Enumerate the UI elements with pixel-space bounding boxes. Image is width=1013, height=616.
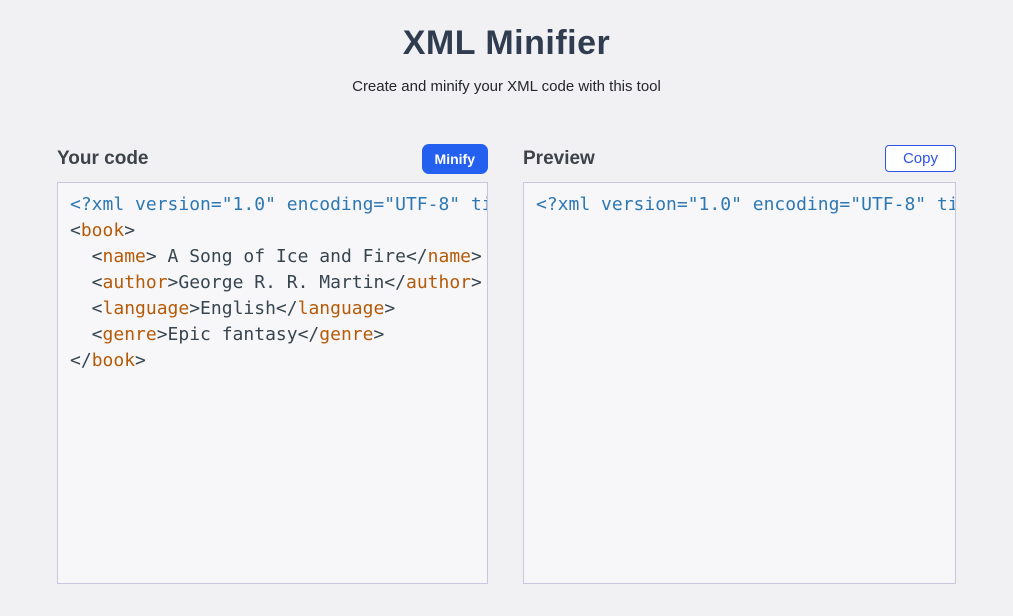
code-line: <?xml version="1.0" encoding="UTF-8" ti: [536, 192, 955, 218]
editor-section: Your code Minify <?xml version="1.0" enc…: [57, 142, 488, 584]
your-code-heading: Your code: [57, 148, 149, 170]
code-line: <?xml version="1.0" encoding="UTF-8" ti: [70, 192, 487, 218]
code-editor[interactable]: <?xml version="1.0" encoding="UTF-8" ti<…: [57, 182, 488, 584]
code-line: <name> A Song of Ice and Fire</name>: [70, 244, 487, 270]
code-line: <author>George R. R. Martin</author>: [70, 270, 487, 296]
preview-section: Preview Copy <?xml version="1.0" encodin…: [523, 142, 956, 584]
page-header: XML Minifier Create and minify your XML …: [0, 0, 1013, 95]
code-line: <language>English</language>: [70, 296, 487, 322]
code-line: <genre>Epic fantasy</genre>: [70, 322, 487, 348]
page-title: XML Minifier: [0, 24, 1013, 63]
main-content: Your code Minify <?xml version="1.0" enc…: [57, 142, 956, 584]
code-line: <book>: [70, 218, 487, 244]
minify-button[interactable]: Minify: [422, 144, 488, 174]
editor-panel-header: Your code Minify: [57, 142, 488, 175]
preview-area: <?xml version="1.0" encoding="UTF-8" ti: [523, 182, 956, 584]
preview-panel-header: Preview Copy: [523, 142, 956, 175]
code-line: </book>: [70, 348, 487, 374]
page-subtitle: Create and minify your XML code with thi…: [0, 78, 1013, 95]
preview-heading: Preview: [523, 148, 595, 170]
copy-button[interactable]: Copy: [885, 145, 956, 172]
